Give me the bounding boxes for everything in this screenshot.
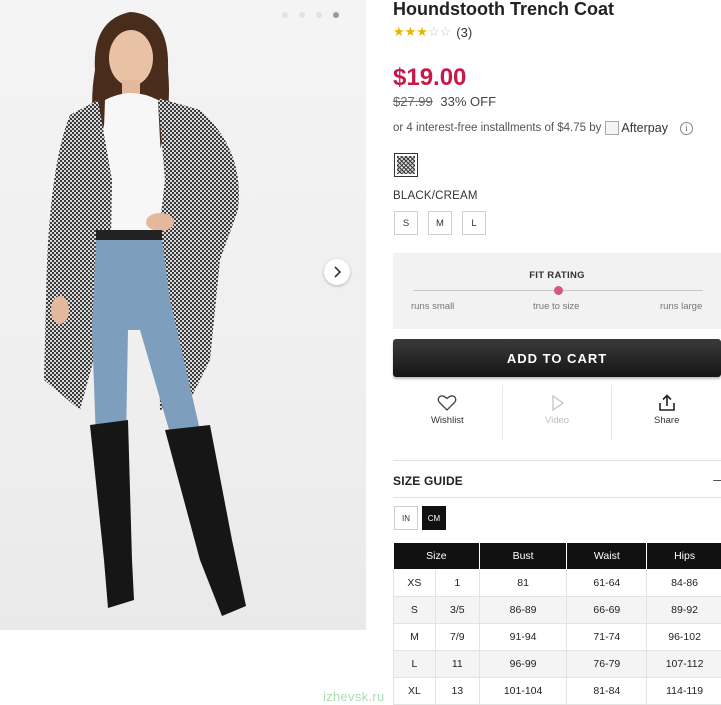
size-guide-header[interactable]: SIZE GUIDE – (393, 460, 721, 498)
heart-icon (437, 395, 457, 411)
watermark: izhevsk.ru (323, 689, 385, 704)
installments-note: or 4 interest-free installments of $4.75… (393, 121, 693, 135)
collapse-icon[interactable]: – (713, 471, 721, 487)
unit-in-button[interactable]: IN (394, 506, 418, 530)
fit-label-large: runs large (660, 301, 703, 312)
carousel-dot[interactable] (282, 12, 288, 18)
numeric-size-cell: 7/9 (434, 623, 480, 651)
share-icon (658, 394, 675, 411)
star-rating-icon: ★★★☆☆ (393, 24, 452, 39)
size-cell: L (393, 650, 436, 678)
broken-image-icon (605, 121, 620, 135)
numeric-size-cell: 11 (434, 650, 480, 678)
hips-cell: 89-92 (646, 596, 721, 624)
carousel-dot[interactable] (299, 12, 305, 18)
product-title: Houndstooth Trench Coat (393, 0, 614, 19)
carousel-dot-active[interactable] (333, 12, 339, 18)
waist-cell: 71-74 (566, 623, 648, 651)
waist-cell: 61-64 (566, 569, 648, 597)
table-row: S 3/5 86-89 66-69 89-92 (393, 596, 721, 624)
fit-label-small: runs small (411, 301, 455, 312)
add-to-cart-button[interactable]: ADD TO CART (393, 339, 721, 377)
play-icon (552, 394, 565, 412)
hips-cell: 84-86 (646, 569, 721, 597)
unit-toggle: IN CM (394, 506, 446, 530)
fit-rating-title: FIT RATING (529, 270, 585, 281)
size-selector: S M L (394, 211, 486, 235)
color-swatch[interactable] (394, 153, 418, 177)
table-row: L 11 96-99 76-79 107-112 (393, 650, 721, 678)
size-option-m[interactable]: M (428, 211, 452, 235)
size-guide-title: SIZE GUIDE (393, 474, 464, 488)
table-row: XL 13 101-104 81-84 114-119 (393, 677, 721, 705)
size-cell: S (393, 596, 436, 624)
video-button[interactable]: Video (501, 385, 612, 440)
table-row: M 7/9 91-94 71-74 96-102 (393, 623, 721, 651)
bust-cell: 96-99 (478, 650, 568, 678)
bust-cell: 101-104 (478, 677, 568, 705)
product-image-gallery[interactable] (0, 0, 366, 630)
size-option-l[interactable]: L (462, 211, 486, 235)
color-name: BLACK/CREAM (393, 190, 478, 202)
numeric-size-cell: 3/5 (434, 596, 480, 624)
fit-rating-panel: FIT RATING runs small true to size runs … (393, 253, 721, 329)
wishlist-button[interactable]: Wishlist (393, 385, 502, 440)
bust-cell: 86-89 (478, 596, 568, 624)
afterpay-label: Afterpay (621, 121, 668, 135)
video-label: Video (544, 415, 570, 426)
hips-cell: 114-119 (646, 677, 721, 705)
fit-label-true: true to size (533, 301, 580, 312)
size-cell: XL (393, 677, 436, 705)
size-option-s[interactable]: S (394, 211, 418, 235)
product-photo (44, 12, 246, 616)
fit-rating-marker (553, 286, 563, 295)
column-header-bust: Bust (478, 542, 568, 570)
review-count[interactable]: (3) (456, 25, 472, 40)
carousel-dot[interactable] (316, 12, 322, 18)
numeric-size-cell: 1 (434, 569, 480, 597)
price-details: $27.99 33% OFF (393, 94, 496, 109)
installments-text: or 4 interest-free installments of $4.75… (393, 122, 602, 134)
afterpay-logo: Afterpay (605, 121, 668, 135)
carousel-dots (282, 12, 339, 18)
column-header-size: Size (393, 542, 480, 570)
info-icon[interactable]: i (679, 121, 693, 135)
chevron-right-icon (334, 266, 342, 278)
bust-cell: 81 (478, 569, 568, 597)
houndstooth-swatch-icon (397, 156, 415, 174)
product-actions: Wishlist Video Share (393, 385, 721, 440)
table-row: XS 1 81 61-64 84-86 (393, 569, 721, 597)
sale-price: $19.00 (393, 64, 467, 91)
table-header-row: Size Bust Waist Hips (393, 542, 721, 570)
product-rating[interactable]: ★★★☆☆ (3) (393, 24, 472, 40)
hips-cell: 107-112 (646, 650, 721, 678)
bust-cell: 91-94 (478, 623, 568, 651)
hips-cell: 96-102 (646, 623, 721, 651)
waist-cell: 76-79 (566, 650, 648, 678)
waist-cell: 81-84 (566, 677, 648, 705)
waist-cell: 66-69 (566, 596, 648, 624)
next-image-button[interactable] (324, 259, 350, 285)
size-chart-table: Size Bust Waist Hips XS 1 81 61-64 84-86… (393, 542, 721, 705)
share-button[interactable]: Share (611, 385, 721, 440)
share-label: Share (654, 415, 680, 426)
numeric-size-cell: 13 (434, 677, 480, 705)
wishlist-label: Wishlist (430, 415, 464, 426)
size-cell: M (393, 623, 436, 651)
original-price: $27.99 (393, 94, 433, 109)
column-header-waist: Waist (566, 542, 648, 570)
column-header-hips: Hips (646, 542, 721, 570)
discount-label: 33% OFF (440, 94, 497, 109)
unit-cm-button[interactable]: CM (422, 506, 446, 530)
size-cell: XS (393, 569, 436, 597)
